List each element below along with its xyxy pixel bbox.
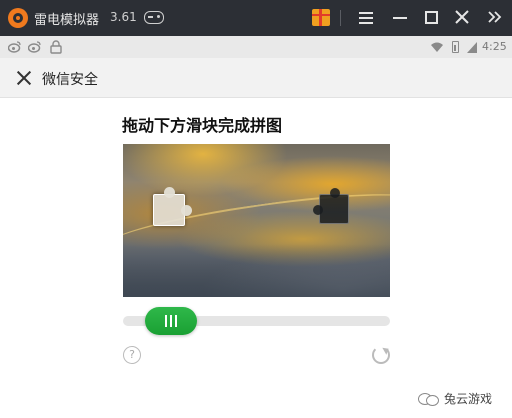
battery-icon [452, 41, 459, 53]
emulator-window: 雷电模拟器 3.61 4:25 微信安全 拖动下方滑块完成拼图 ? 兔云游戏 [0, 0, 512, 418]
slider-handle[interactable] [145, 307, 197, 335]
watermark: 兔云游戏 [418, 387, 492, 409]
weibo-icon [8, 41, 21, 53]
app-name: 雷电模拟器 [34, 13, 100, 28]
android-status-bar: 4:25 [0, 36, 512, 58]
minimize-icon [393, 17, 407, 19]
weibo-icon [28, 41, 41, 53]
puzzle-image [123, 144, 390, 297]
puzzle-target-slot [313, 188, 349, 224]
page-title: 微信安全 [42, 72, 98, 88]
maximize-button[interactable] [418, 6, 446, 30]
titlebar-divider [340, 10, 341, 26]
status-time: 4:25 [482, 40, 507, 53]
captcha-content: 拖动下方滑块完成拼图 ? 兔云游戏 [0, 98, 512, 418]
collapse-sidebar-button[interactable] [482, 6, 510, 30]
menu-button[interactable] [352, 6, 380, 30]
window-close-icon [455, 10, 469, 24]
watermark-text: 兔云游戏 [444, 391, 493, 406]
app-logo-icon [8, 8, 28, 28]
puzzle-piece[interactable] [153, 187, 192, 226]
wechat-logo-icon [418, 390, 440, 406]
signal-icon [467, 42, 477, 53]
help-icon[interactable]: ? [123, 346, 141, 364]
double-chevron-right-icon [488, 11, 502, 23]
dune-shadow [123, 244, 390, 297]
gamepad-icon[interactable] [144, 11, 164, 24]
wifi-icon [431, 42, 443, 52]
gift-icon[interactable] [312, 9, 330, 26]
menu-icon [359, 12, 373, 14]
maximize-icon [425, 11, 438, 24]
window-close-button[interactable] [448, 6, 476, 30]
grip-icon [163, 315, 179, 327]
puzzle-instruction: 拖动下方滑块完成拼图 [122, 116, 283, 135]
close-icon[interactable] [14, 68, 34, 88]
minimize-button[interactable] [386, 6, 414, 30]
app-version: 3.61 [110, 10, 137, 24]
refresh-icon[interactable] [372, 346, 390, 364]
lock-icon [50, 40, 62, 54]
emulator-titlebar: 雷电模拟器 3.61 [0, 0, 512, 36]
wechat-security-header: 微信安全 [0, 58, 512, 98]
